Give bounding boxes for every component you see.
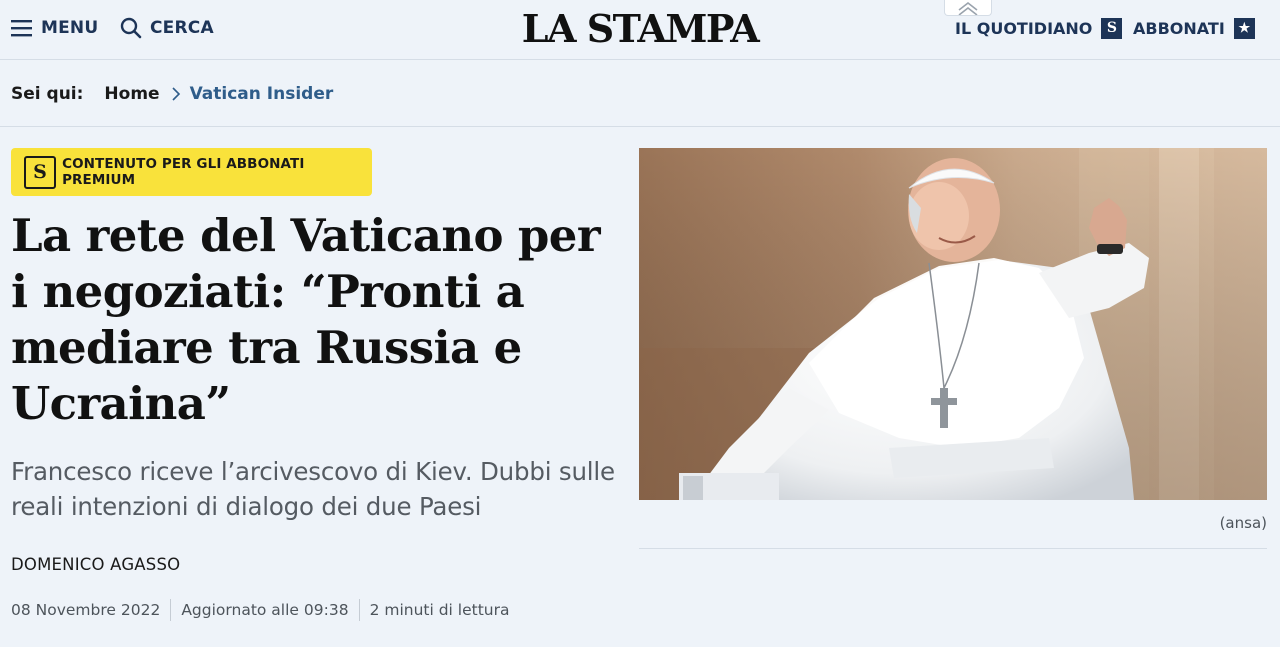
search-label: CERCA — [150, 18, 214, 38]
hero-image[interactable] — [639, 148, 1267, 500]
caption-divider — [639, 548, 1267, 549]
top-header: MENU CERCA LA STAMPA IL QUOTIDIANO S ABB… — [0, 0, 1280, 60]
breadcrumb-label: Sei qui: — [11, 83, 84, 104]
publish-date: 08 Novembre 2022 — [11, 601, 161, 619]
chevron-up-double-icon — [958, 1, 978, 15]
premium-s-icon: S — [24, 155, 57, 189]
reading-time: 2 minuti di lettura — [358, 599, 520, 621]
article-meta: 08 Novembre 2022 Aggiornato alle 09:38 2… — [11, 597, 519, 623]
abbonati-label: ABBONATI — [1133, 18, 1225, 38]
pope-photo — [639, 148, 1267, 500]
breadcrumb-vatican-insider-link[interactable]: Vatican Insider — [190, 84, 334, 104]
quotidiano-link[interactable]: IL QUOTIDIANO S — [955, 15, 1123, 41]
image-caption: (ansa) — [1219, 514, 1267, 532]
chevron-right-icon — [171, 86, 181, 101]
article-headline: La rete del Vaticano per i negoziati: “P… — [11, 209, 601, 430]
updated-time: Aggiornato alle 09:38 — [170, 599, 358, 621]
premium-content-badge[interactable]: S CONTENUTO PER GLI ABBONATI PREMIUM — [11, 148, 372, 196]
premium-badge-text: CONTENUTO PER GLI ABBONATI PREMIUM — [62, 156, 305, 188]
star-icon: ★ — [1233, 17, 1255, 39]
breadcrumb-home-link[interactable]: Home — [104, 84, 159, 104]
menu-button[interactable]: MENU — [11, 16, 98, 40]
newspaper-s-icon: S — [1101, 17, 1123, 39]
abbonati-link[interactable]: ABBONATI ★ — [1133, 15, 1255, 41]
site-logo[interactable]: LA STAMPA — [497, 6, 783, 52]
search-icon — [120, 17, 142, 39]
search-button[interactable]: CERCA — [120, 16, 214, 40]
breadcrumb: Sei qui: Home Vatican Insider — [0, 61, 1280, 127]
article-author[interactable]: DOMENICO AGASSO — [11, 555, 180, 574]
menu-icon — [11, 20, 32, 37]
menu-label: MENU — [41, 18, 99, 38]
article-subtitle: Francesco riceve l’arcivescovo di Kiev. … — [11, 457, 615, 521]
collapse-tab[interactable] — [944, 0, 992, 16]
quotidiano-label: IL QUOTIDIANO — [955, 18, 1093, 38]
